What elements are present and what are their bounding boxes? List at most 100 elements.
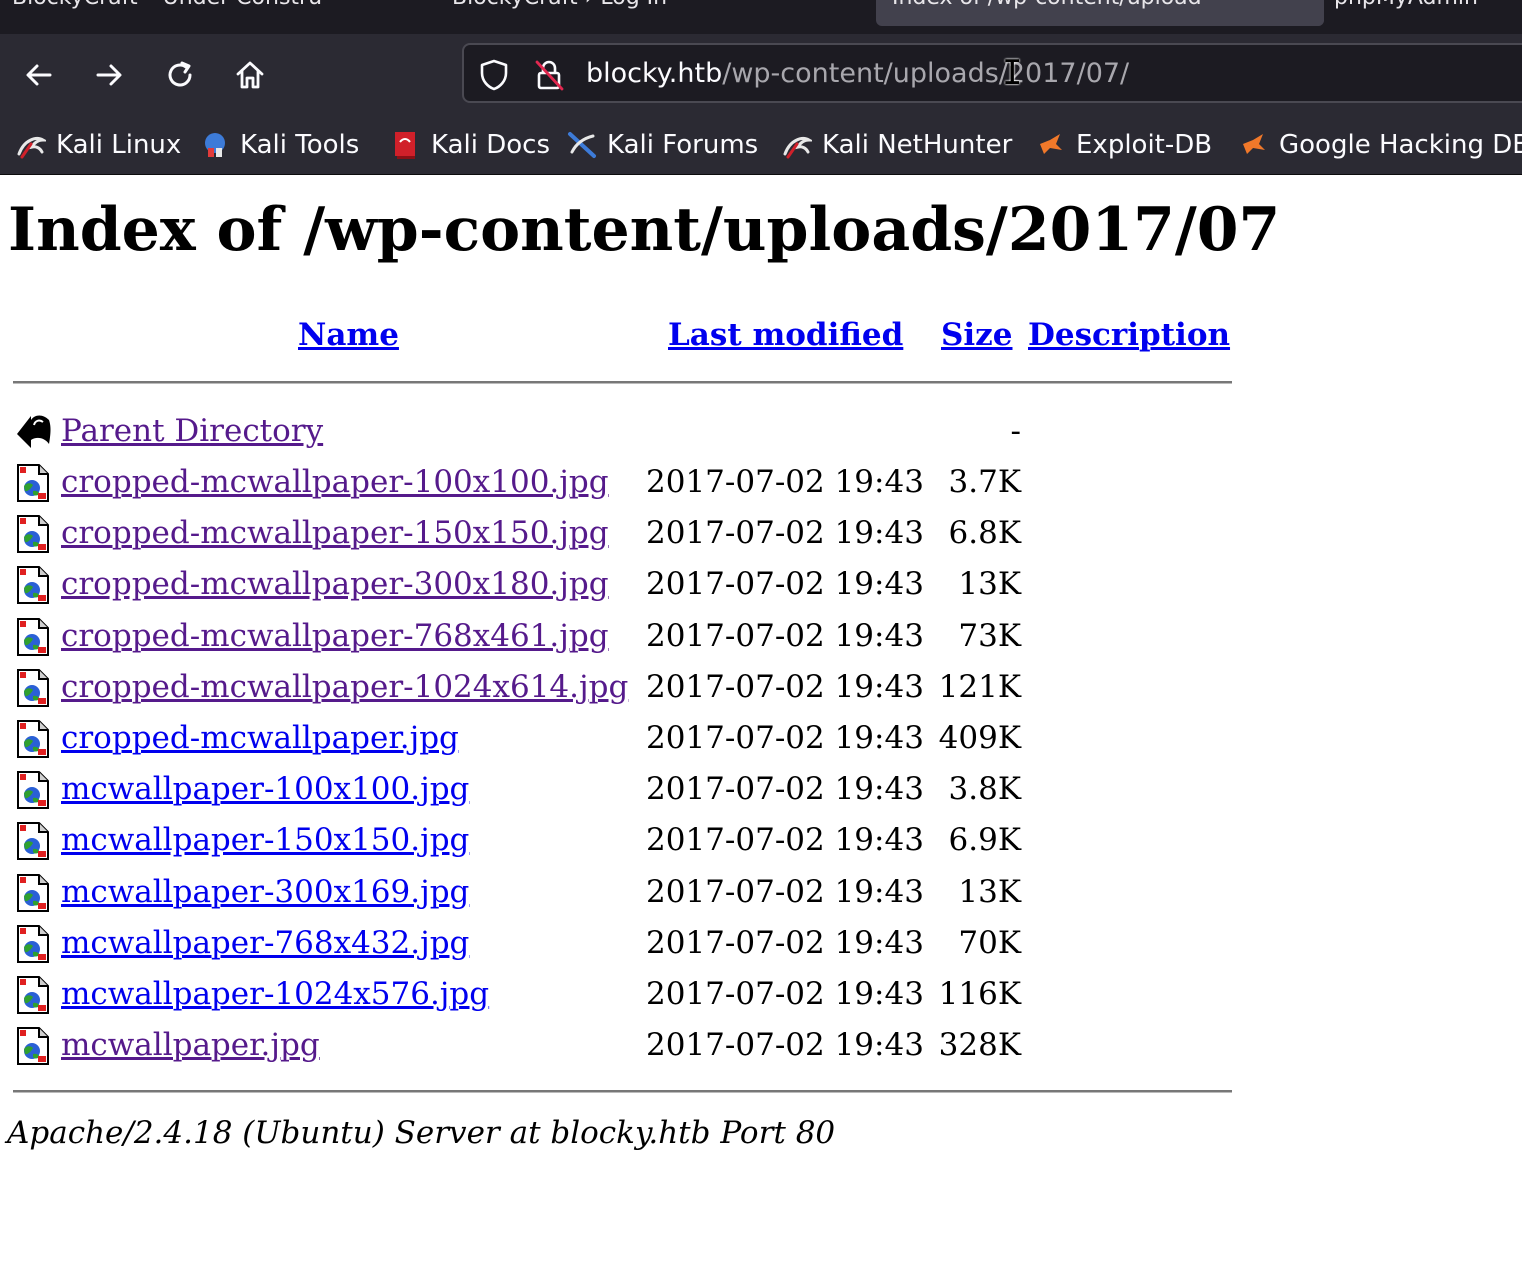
file-link[interactable]: mcwallpaper.jpg (61, 1025, 320, 1065)
last-modified: 2017-07-02 19:43 (646, 771, 924, 808)
file-link[interactable]: cropped-mcwallpaper-768x461.jpg (61, 616, 609, 656)
url-text[interactable]: blocky.htb/wp-content/uploads/2017/07/ (586, 56, 1129, 92)
file-row: cropped-mcwallpaper-300x180.jpg 2017-07-… (0, 562, 1100, 610)
bookmark-kali-linux[interactable]: Kali Linux (16, 127, 181, 163)
tab-title: BlockyCraft › Log In (452, 0, 667, 10)
parent-directory-row: Parent Directory - (0, 409, 1100, 457)
home-button[interactable] (227, 52, 273, 98)
column-header-description[interactable]: Description (1028, 315, 1230, 355)
file-row: cropped-mcwallpaper.jpg 2017-07-02 19:43… (0, 716, 1100, 764)
file-link[interactable]: cropped-mcwallpaper-100x100.jpg (61, 462, 609, 502)
last-modified: 2017-07-02 19:43 (646, 924, 924, 961)
file-link[interactable]: cropped-mcwallpaper-1024x614.jpg (61, 667, 628, 707)
insecure-lock-icon[interactable] (532, 58, 566, 92)
address-bar[interactable]: blocky.htb/wp-content/uploads/2017/07/ I (462, 43, 1522, 103)
exploit-db-icon (1243, 134, 1265, 154)
file-link[interactable]: cropped-mcwallpaper-150x150.jpg (61, 513, 609, 553)
shield-icon[interactable] (477, 58, 511, 92)
bookmark-label: Kali Tools (240, 130, 360, 160)
image-file-icon (17, 1027, 49, 1066)
last-modified: 2017-07-02 19:43 (646, 720, 924, 756)
browser-tab-active[interactable]: Index of /wp-content/upload (876, 0, 1324, 26)
bookmark-exploit-db[interactable]: Exploit-DB (1036, 127, 1212, 163)
browser-tab[interactable]: phpMyAdmin (1318, 0, 1522, 26)
image-file-icon (17, 668, 49, 707)
file-row: cropped-mcwallpaper-1024x614.jpg 2017-07… (0, 665, 1100, 713)
image-file-icon (17, 566, 49, 605)
image-file-icon (17, 771, 49, 810)
file-link[interactable]: mcwallpaper-768x432.jpg (61, 923, 469, 963)
file-size: 6.8K (948, 515, 1021, 552)
file-size: - (1010, 413, 1021, 449)
bookmark-label: Kali NetHunter (822, 130, 1013, 160)
bookmark-label: Kali Forums (607, 130, 759, 160)
back-button[interactable] (16, 52, 62, 98)
bookmark-google-hacking-db[interactable]: Google Hacking DB (1239, 127, 1522, 163)
last-modified: 2017-07-02 19:43 (646, 464, 924, 500)
last-modified: 2017-07-02 19:43 (646, 617, 924, 654)
file-row: mcwallpaper-100x100.jpg 2017-07-02 19:43… (0, 767, 1100, 815)
file-size: 116K (938, 976, 1021, 1012)
file-size: 3.8K (948, 771, 1021, 808)
last-modified: 2017-07-02 19:43 (646, 566, 924, 603)
footer-divider (13, 1090, 1232, 1093)
image-file-icon (17, 720, 49, 758)
image-file-icon (17, 924, 49, 963)
image-file-icon (17, 464, 49, 502)
file-link[interactable]: mcwallpaper-300x169.jpg (61, 872, 469, 912)
file-size: 70K (958, 924, 1021, 961)
text-cursor-icon: I (1002, 53, 1023, 93)
exploit-db-icon (1040, 134, 1062, 154)
page-content: Index of /wp-content/uploads/2017/07 Nam… (0, 175, 1522, 1264)
last-modified: 2017-07-02 19:43 (646, 1027, 924, 1064)
back-arrow-icon (26, 64, 52, 86)
file-size: 328K (938, 1027, 1021, 1064)
file-size: 121K (938, 668, 1021, 705)
kali-docs-icon (395, 132, 415, 159)
last-modified: 2017-07-02 19:43 (646, 976, 924, 1012)
url-path: /wp-content/uploads/2017/07/ (722, 58, 1130, 89)
file-link[interactable]: mcwallpaper-150x150.jpg (61, 820, 469, 860)
navigation-toolbar: blocky.htb/wp-content/uploads/2017/07/ I (0, 34, 1522, 116)
column-header-name[interactable]: Name (298, 315, 399, 355)
image-file-icon (17, 976, 49, 1014)
browser-tab[interactable]: BlockyCraft › Log In (436, 0, 872, 26)
file-size: 3.7K (948, 464, 1021, 500)
kali-dragon-icon (17, 137, 46, 159)
file-row: mcwallpaper-1024x576.jpg 2017-07-02 19:4… (0, 972, 1100, 1020)
file-size: 6.9K (948, 822, 1021, 859)
bookmark-kali-tools[interactable]: Kali Tools (200, 127, 359, 163)
image-file-icon (17, 873, 49, 912)
last-modified: 2017-07-02 19:43 (646, 822, 924, 859)
file-row: cropped-mcwallpaper-768x461.jpg 2017-07-… (0, 614, 1100, 662)
bookmark-label: Google Hacking DB (1279, 130, 1522, 160)
tab-title: phpMyAdmin (1334, 0, 1478, 10)
bookmark-kali-nethunter[interactable]: Kali NetHunter (782, 127, 1012, 163)
file-row: mcwallpaper-300x169.jpg 2017-07-02 19:43… (0, 870, 1100, 918)
file-link[interactable]: mcwallpaper-100x100.jpg (61, 769, 469, 809)
file-link[interactable]: mcwallpaper-1024x576.jpg (61, 974, 489, 1014)
column-header-last-modified[interactable]: Last modified (668, 315, 903, 355)
column-header-size[interactable]: Size (941, 315, 1013, 355)
browser-tab[interactable]: BlockyCraft – Under Constru (0, 0, 404, 26)
file-link[interactable]: cropped-mcwallpaper-300x180.jpg (61, 564, 609, 604)
url-host: blocky.htb (586, 58, 723, 89)
parent-directory-link[interactable]: Parent Directory (61, 411, 323, 451)
tab-title: BlockyCraft – Under Constru (12, 0, 322, 10)
file-row: cropped-mcwallpaper-150x150.jpg 2017-07-… (0, 511, 1100, 559)
forward-arrow-icon (96, 64, 122, 86)
home-icon (236, 61, 264, 89)
last-modified: 2017-07-02 19:43 (646, 668, 924, 705)
kali-forums-icon (568, 132, 596, 158)
image-file-icon (17, 617, 49, 656)
bookmark-kali-forums[interactable]: Kali Forums (567, 127, 758, 163)
file-link[interactable]: cropped-mcwallpaper.jpg (61, 718, 459, 758)
image-file-icon (17, 515, 49, 554)
reload-button[interactable] (157, 52, 203, 98)
bookmark-kali-docs[interactable]: Kali Docs (391, 127, 550, 163)
file-row: mcwallpaper-150x150.jpg 2017-07-02 19:43… (0, 818, 1100, 866)
forward-button[interactable] (86, 52, 132, 98)
back-arrow-icon (17, 415, 51, 448)
file-size: 13K (958, 873, 1021, 910)
last-modified: 2017-07-02 19:43 (646, 515, 924, 552)
